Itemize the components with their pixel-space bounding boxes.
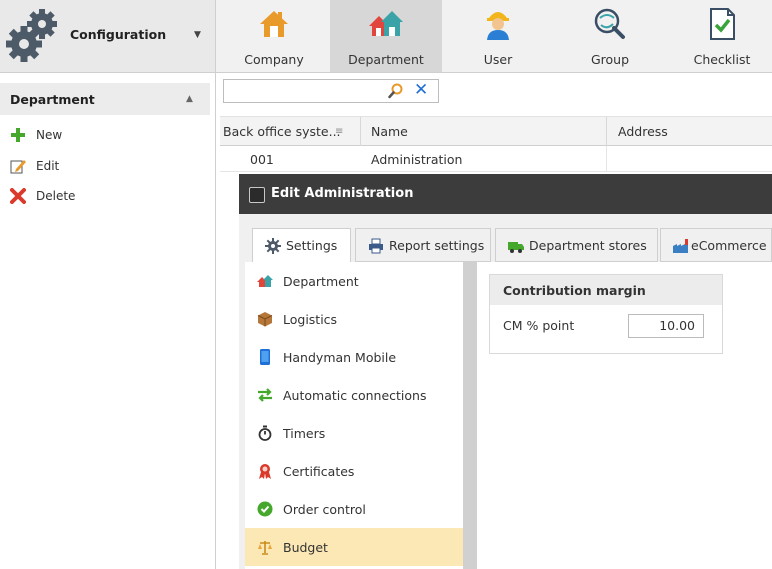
nav-group-label: Group xyxy=(590,52,630,67)
column-name[interactable]: Name xyxy=(371,124,408,139)
list-item-handyman-mobile[interactable]: Handyman Mobile xyxy=(245,338,463,376)
column-backoffice[interactable]: Back office syste... xyxy=(223,124,341,139)
search-input[interactable]: ✕ xyxy=(223,79,439,103)
edit-label: Edit xyxy=(36,159,60,173)
department-panel-title: Department xyxy=(10,92,95,107)
gear-icon xyxy=(265,238,281,254)
tab-department-stores-label: Department stores xyxy=(529,238,647,253)
cell-name: Administration xyxy=(371,152,463,167)
factory-icon xyxy=(673,239,688,253)
cm-point-input[interactable]: 10.00 xyxy=(628,314,704,338)
cell-code: 001 xyxy=(250,152,274,167)
contribution-margin-header: Contribution margin xyxy=(490,275,722,305)
top-navigation: Company Department User Group Checklist xyxy=(216,0,772,73)
printer-icon xyxy=(369,238,383,254)
list-item-timers[interactable]: Timers xyxy=(245,414,463,452)
column-separator xyxy=(606,117,607,147)
nav-checklist-label: Checklist xyxy=(693,52,751,67)
truck-icon xyxy=(508,242,524,253)
column-separator xyxy=(606,146,607,172)
splitter[interactable] xyxy=(463,262,477,569)
list-item-department[interactable]: Department xyxy=(245,262,463,300)
nav-user-label: User xyxy=(483,52,513,67)
column-filter-icon[interactable]: ≡ xyxy=(335,126,343,137)
box-icon xyxy=(257,312,273,327)
configuration-title: Configuration xyxy=(70,27,167,42)
column-address[interactable]: Address xyxy=(618,124,668,139)
list-item-automatic-connections[interactable]: Automatic connections xyxy=(245,376,463,414)
houses-icon xyxy=(369,11,403,36)
table-row[interactable]: 001 Administration xyxy=(220,146,772,172)
collapse-up-icon[interactable]: ▲ xyxy=(186,94,193,104)
dialog-title: Edit Administration xyxy=(271,186,414,201)
settings-content: Contribution margin CM % point 10.00 xyxy=(477,262,772,569)
caret-down-icon[interactable]: ▼ xyxy=(194,30,201,40)
nav-department-label: Department xyxy=(348,52,424,67)
houses-icon xyxy=(257,275,273,287)
tab-department-stores[interactable]: Department stores xyxy=(495,228,658,262)
new-label: New xyxy=(36,128,63,142)
globe-icon xyxy=(594,8,625,39)
list-item-logistics[interactable]: Logistics xyxy=(245,300,463,338)
grid-header: Back office syste... ≡ Name Address xyxy=(220,116,772,147)
list-item-label: Timers xyxy=(283,426,326,441)
worker-icon xyxy=(487,12,509,40)
list-item-label: Logistics xyxy=(283,312,338,327)
list-item-certificates[interactable]: Certificates xyxy=(245,452,463,490)
house-icon xyxy=(260,11,288,37)
tab-ecommerce-label: eCommerce xyxy=(691,238,767,253)
checklist-icon xyxy=(710,8,735,40)
department-panel-header[interactable]: Department ▲ xyxy=(0,83,210,115)
nav-department[interactable]: Department xyxy=(330,0,442,72)
arrows-icon xyxy=(258,388,272,402)
list-item-label: Certificates xyxy=(283,464,355,479)
scales-icon xyxy=(258,541,272,555)
search-icon[interactable] xyxy=(388,82,404,100)
gears-icon xyxy=(6,9,57,62)
phone-icon xyxy=(260,349,270,365)
dialog-titlebar[interactable]: Edit Administration xyxy=(239,174,772,214)
tab-ecommerce[interactable]: eCommerce xyxy=(660,228,772,262)
department-panel: Department ▲ New Edit Delete xyxy=(0,73,216,569)
tab-report-settings-label: Report settings xyxy=(389,238,485,253)
contribution-margin-group: Contribution margin CM % point 10.00 xyxy=(489,274,723,354)
nav-user[interactable]: User xyxy=(442,0,554,72)
app-icon xyxy=(249,187,265,203)
nav-company-label: Company xyxy=(244,52,304,67)
delete-label: Delete xyxy=(36,189,76,203)
list-item-label: Department xyxy=(283,274,359,289)
list-item-label: Automatic connections xyxy=(283,388,427,403)
settings-list: Department Logistics Handyman Mobile Aut… xyxy=(245,262,463,569)
nav-checklist[interactable]: Checklist xyxy=(666,0,772,72)
tab-report-settings[interactable]: Report settings xyxy=(355,228,491,262)
plus-icon xyxy=(11,128,25,142)
edit-dialog: Edit Administration Settings Report sett… xyxy=(239,174,772,569)
ribbon-icon xyxy=(259,464,271,479)
nav-company[interactable]: Company xyxy=(218,0,330,72)
list-item-label: Handyman Mobile xyxy=(283,350,397,365)
delete-icon xyxy=(10,188,26,204)
cm-point-label: CM % point xyxy=(503,318,575,333)
list-item-label: Order control xyxy=(283,502,366,517)
tab-settings-label: Settings xyxy=(286,238,338,253)
contribution-margin-title: Contribution margin xyxy=(503,283,646,298)
edit-icon xyxy=(10,160,26,174)
list-item-label: Budget xyxy=(283,540,328,555)
list-item-order-control[interactable]: Order control xyxy=(245,490,463,528)
configuration-menu[interactable]: Configuration ▼ xyxy=(0,0,216,73)
nav-group[interactable]: Group xyxy=(554,0,666,72)
stopwatch-icon xyxy=(258,425,272,441)
clear-search-icon[interactable]: ✕ xyxy=(414,80,428,100)
column-separator xyxy=(360,117,361,147)
list-item-budget[interactable]: Budget xyxy=(245,528,463,566)
check-circle-icon xyxy=(257,501,273,517)
tab-settings[interactable]: Settings xyxy=(252,228,351,264)
